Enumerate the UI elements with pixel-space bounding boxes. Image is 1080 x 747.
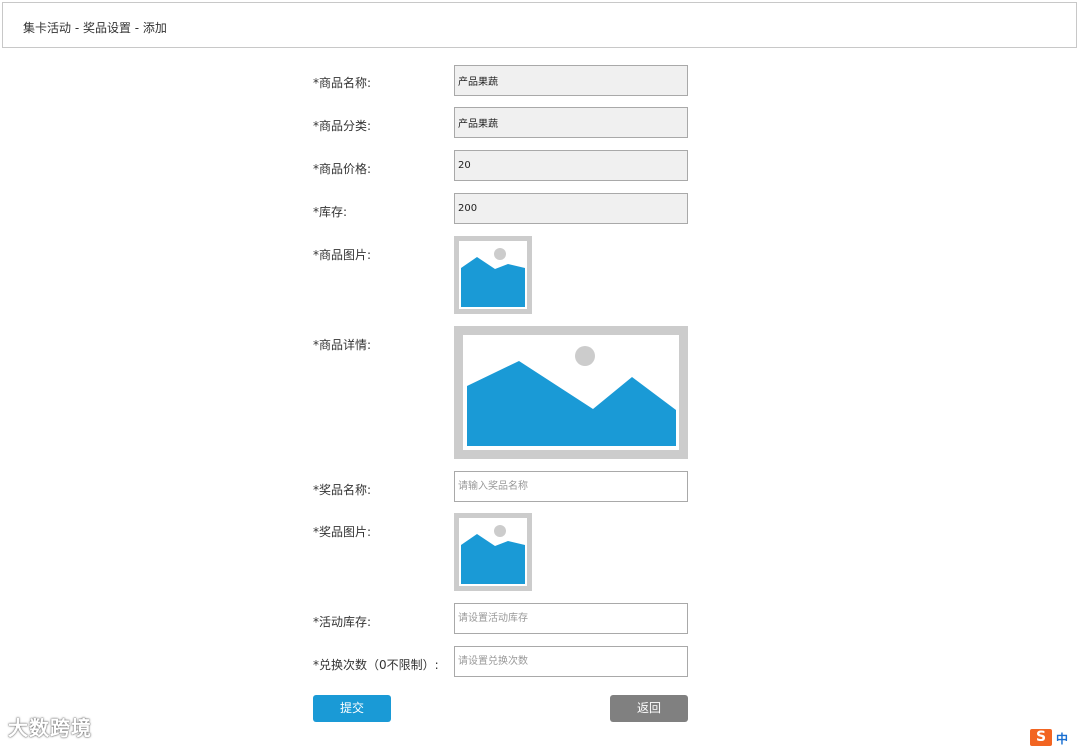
product-category-field[interactable] bbox=[454, 107, 688, 138]
ime-logo-icon[interactable]: S bbox=[1030, 729, 1052, 746]
watermark-logo: 大数跨境 bbox=[8, 712, 92, 741]
ime-mode-indicator[interactable]: 中 bbox=[1056, 730, 1068, 747]
breadcrumb-bar: 集卡活动 - 奖品设置 - 添加 bbox=[2, 2, 1077, 48]
product-image-label: *商品图片: bbox=[313, 248, 372, 262]
prize-name-label: *奖品名称: bbox=[313, 483, 372, 497]
image-placeholder-icon bbox=[454, 236, 532, 314]
submit-button[interactable]: 提交 bbox=[313, 695, 391, 722]
redeem-count-label: *兑换次数（0不限制）: bbox=[313, 658, 439, 672]
image-placeholder-icon bbox=[454, 326, 688, 459]
prize-image-upload[interactable] bbox=[454, 513, 532, 591]
ime-toolbar[interactable]: S 中 bbox=[1030, 729, 1080, 746]
product-name-label: *商品名称: bbox=[313, 76, 372, 90]
product-price-field[interactable] bbox=[454, 150, 688, 181]
product-name-field[interactable] bbox=[454, 65, 688, 96]
breadcrumb: 集卡活动 - 奖品设置 - 添加 bbox=[23, 21, 167, 35]
product-detail-label: *商品详情: bbox=[313, 338, 372, 352]
product-price-label: *商品价格: bbox=[313, 162, 372, 176]
watermark-text: 大数跨境 bbox=[8, 716, 92, 740]
activity-stock-label: *活动库存: bbox=[313, 615, 372, 629]
activity-stock-input[interactable] bbox=[454, 603, 688, 634]
image-placeholder-icon bbox=[454, 513, 532, 591]
product-detail-upload[interactable] bbox=[454, 326, 688, 459]
prize-image-label: *奖品图片: bbox=[313, 525, 372, 539]
product-image-upload[interactable] bbox=[454, 236, 532, 314]
stock-field[interactable] bbox=[454, 193, 688, 224]
product-category-label: *商品分类: bbox=[313, 119, 372, 133]
stock-label: *库存: bbox=[313, 205, 348, 219]
prize-name-input[interactable] bbox=[454, 471, 688, 502]
back-button[interactable]: 返回 bbox=[610, 695, 688, 722]
redeem-count-input[interactable] bbox=[454, 646, 688, 677]
